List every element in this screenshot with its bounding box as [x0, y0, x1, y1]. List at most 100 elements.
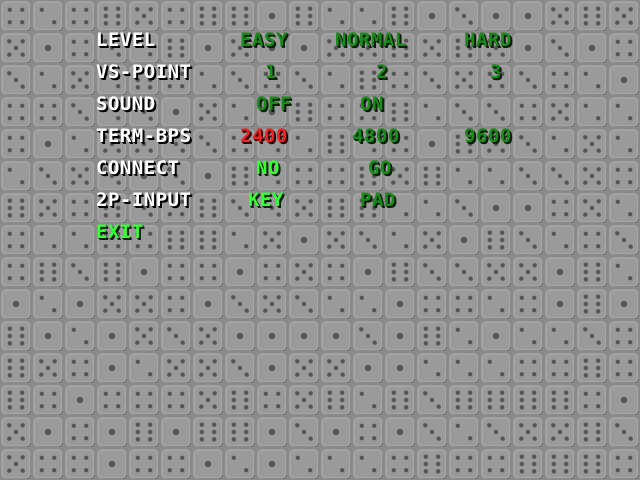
dice-tile	[417, 417, 447, 447]
dice-tile	[321, 353, 351, 383]
dice-tile	[65, 449, 95, 479]
dice-tile	[33, 417, 63, 447]
dice-tile	[417, 289, 447, 319]
dice-tile	[545, 385, 575, 415]
term-bps-option-9600[interactable]: 9600	[464, 122, 512, 150]
sound-option-on[interactable]: ON	[360, 90, 384, 118]
dice-tile	[225, 257, 255, 287]
dice-tile	[97, 385, 127, 415]
dice-tile	[225, 353, 255, 383]
dice-tile	[577, 289, 607, 319]
term-bps-option-4800[interactable]: 4800	[352, 122, 400, 150]
dice-tile	[449, 321, 479, 351]
dice-tile	[481, 385, 511, 415]
dice-tile	[257, 257, 287, 287]
dice-tile	[321, 321, 351, 351]
dice-tile	[1, 353, 31, 383]
dice-tile	[161, 385, 191, 415]
dice-tile	[289, 417, 319, 447]
level-option-normal[interactable]: NORMAL	[335, 26, 407, 54]
dice-tile	[449, 353, 479, 383]
dice-tile	[577, 417, 607, 447]
sound-label: SOUND	[96, 93, 156, 115]
dice-tile	[129, 385, 159, 415]
dice-tile	[129, 257, 159, 287]
dice-tile	[353, 353, 383, 383]
dice-tile	[545, 289, 575, 319]
dice-tile	[33, 257, 63, 287]
dice-tile	[321, 289, 351, 319]
dice-tile	[545, 257, 575, 287]
vs-point-option-2[interactable]: 2	[376, 58, 388, 86]
dice-tile	[513, 289, 543, 319]
term-bps-option-2400[interactable]: 2400	[240, 122, 288, 150]
dice-tile	[385, 257, 415, 287]
dice-tile	[353, 257, 383, 287]
dice-tile	[289, 289, 319, 319]
dice-tile	[161, 257, 191, 287]
dice-tile	[353, 289, 383, 319]
dice-tile	[321, 385, 351, 415]
dice-tile	[225, 385, 255, 415]
dice-tile	[33, 289, 63, 319]
level-option-hard[interactable]: HARD	[464, 26, 512, 54]
dice-tile	[385, 321, 415, 351]
level-label: LEVEL	[96, 29, 156, 51]
dice-tile	[193, 321, 223, 351]
dice-tile	[33, 321, 63, 351]
dice-tile	[481, 321, 511, 351]
dice-tile	[97, 289, 127, 319]
2p-input-option-pad[interactable]: PAD	[360, 186, 396, 214]
vs-point-option-3[interactable]: 3	[490, 58, 502, 86]
dice-tile	[513, 449, 543, 479]
term-bps-label: TERM-BPS	[96, 125, 192, 147]
dice-tile	[225, 289, 255, 319]
menu-row-sound[interactable]: SOUND OFF ON	[0, 90, 640, 118]
menu-row-vs-point[interactable]: VS-POINT 1 2 3	[0, 58, 640, 86]
sound-option-off[interactable]: OFF	[256, 90, 292, 118]
dice-tile	[193, 289, 223, 319]
dice-tile	[321, 257, 351, 287]
dice-tile	[193, 257, 223, 287]
connect-option-go[interactable]: GO	[368, 154, 392, 182]
dice-tile	[65, 321, 95, 351]
dice-tile	[449, 257, 479, 287]
dice-tile	[481, 449, 511, 479]
dice-tile	[257, 385, 287, 415]
dice-tile	[481, 289, 511, 319]
connect-option-no[interactable]: NO	[256, 154, 280, 182]
dice-tile	[65, 289, 95, 319]
dice-tile	[417, 321, 447, 351]
dice-tile	[97, 417, 127, 447]
2p-input-label: 2P-INPUT	[96, 189, 192, 211]
vs-point-option-1[interactable]: 1	[265, 58, 277, 86]
dice-tile	[609, 449, 639, 479]
dice-tile	[193, 417, 223, 447]
dice-tile	[577, 257, 607, 287]
dice-tile	[33, 449, 63, 479]
2p-input-option-key[interactable]: KEY	[248, 186, 284, 214]
dice-tile	[609, 321, 639, 351]
dice-tile	[129, 353, 159, 383]
menu-row-level[interactable]: LEVEL EASY NORMAL HARD	[0, 26, 640, 54]
level-option-easy[interactable]: EASY	[240, 26, 288, 54]
dice-tile	[545, 353, 575, 383]
dice-tile	[65, 385, 95, 415]
vs-point-label: VS-POINT	[96, 61, 192, 83]
dice-tile	[417, 385, 447, 415]
dice-tile	[385, 417, 415, 447]
dice-tile	[289, 321, 319, 351]
dice-tile	[449, 385, 479, 415]
dice-tile	[1, 417, 31, 447]
menu-row-2p-input[interactable]: 2P-INPUT KEY PAD	[0, 186, 640, 214]
menu-row-exit[interactable]: EXIT	[0, 218, 640, 246]
exit-option[interactable]: EXIT	[96, 218, 144, 246]
menu-row-term-bps[interactable]: TERM-BPS 2400 4800 9600	[0, 122, 640, 150]
dice-tile	[1, 385, 31, 415]
dice-tile	[481, 257, 511, 287]
dice-tile	[193, 353, 223, 383]
dice-tile	[289, 353, 319, 383]
menu-row-connect[interactable]: CONNECT NO GO	[0, 154, 640, 182]
dice-tile	[129, 321, 159, 351]
dice-tile	[417, 449, 447, 479]
